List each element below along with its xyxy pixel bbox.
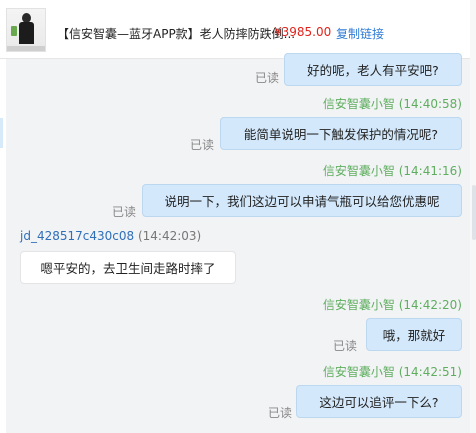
message-bubble-outgoing[interactable]: 说明一下，我们这边可以申请气瓶可以给您优惠呢 — [142, 184, 462, 217]
scrollbar-thumb[interactable] — [472, 185, 476, 240]
message-bubble-outgoing[interactable]: 哦，那就好 — [366, 318, 462, 351]
sender-name: 信安智囊小智 — [322, 365, 395, 379]
read-status: 已读 — [268, 406, 293, 420]
read-status: 已读 — [112, 205, 137, 219]
left-panel-selection — [0, 118, 3, 148]
left-panel-edge — [0, 0, 6, 433]
message-bubble-outgoing[interactable]: 这边可以追评一下么? — [296, 385, 462, 418]
message-sender-line: 信安智囊小智 (14:40:58) — [323, 95, 462, 112]
read-status: 已读 — [333, 339, 358, 353]
message-sender-line: 信安智囊小智 (14:42:20) — [323, 296, 462, 313]
thumbnail-device — [11, 26, 17, 36]
product-thumbnail[interactable] — [6, 8, 46, 52]
message-bubble-outgoing[interactable]: 能简单说明一下触发保护的情况呢? — [220, 117, 462, 150]
sender-name: 信安智囊小智 — [322, 97, 395, 111]
sender-name: 信安智囊小智 — [322, 298, 395, 312]
message-sender-line: 信安智囊小智 (14:42:51) — [323, 363, 462, 380]
sender-name: 信安智囊小智 — [322, 164, 395, 178]
message-time: (14:41:16) — [398, 164, 462, 178]
product-card: 【信安智囊—蓝牙APP款】老人防摔防跌倒... ¥3985.00 复制链接 — [0, 0, 470, 59]
message-time: (14:42:03) — [137, 229, 202, 243]
product-title[interactable]: 【信安智囊—蓝牙APP款】老人防摔防跌倒... — [57, 25, 295, 42]
message-bubble-incoming[interactable]: 嗯平安的，去卫生间走路时摔了 — [20, 251, 236, 284]
message-time: (14:42:20) — [398, 298, 462, 312]
thumbnail-band — [7, 46, 45, 51]
product-price: ¥3985.00 — [274, 25, 332, 39]
read-status: 已读 — [190, 138, 215, 152]
message-sender-line: 信安智囊小智 (14:41:16) — [323, 162, 462, 179]
message-sender-line: jd_428517c430c08 (14:42:03) — [20, 229, 201, 243]
message-bubble-outgoing[interactable]: 好的呢，老人有平安吧? — [284, 53, 462, 86]
message-time: (14:42:51) — [398, 365, 462, 379]
customer-name[interactable]: jd_428517c430c08 — [20, 229, 134, 243]
copy-link-button[interactable]: 复制链接 — [336, 25, 384, 42]
thumbnail-figure-body — [19, 22, 34, 44]
read-status: 已读 — [255, 71, 280, 85]
message-time: (14:40:58) — [398, 97, 462, 111]
